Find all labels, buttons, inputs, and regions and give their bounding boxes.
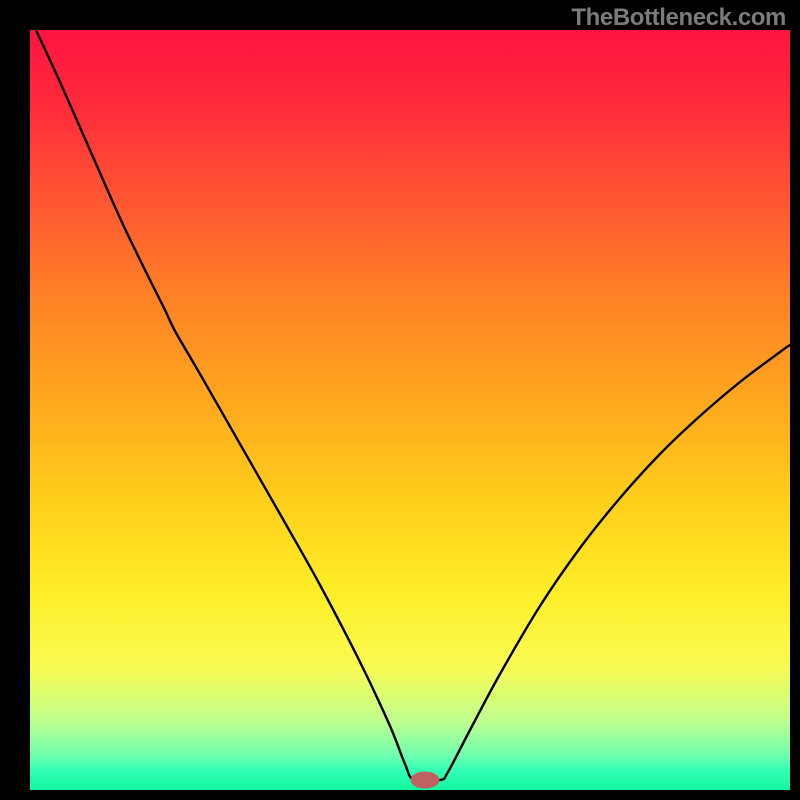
sweet-spot-marker (411, 772, 439, 788)
plot-svg (0, 0, 800, 800)
watermark-text: TheBottleneck.com (571, 4, 786, 32)
chart-frame: TheBottleneck.com (0, 0, 800, 800)
gradient-background (30, 30, 790, 790)
